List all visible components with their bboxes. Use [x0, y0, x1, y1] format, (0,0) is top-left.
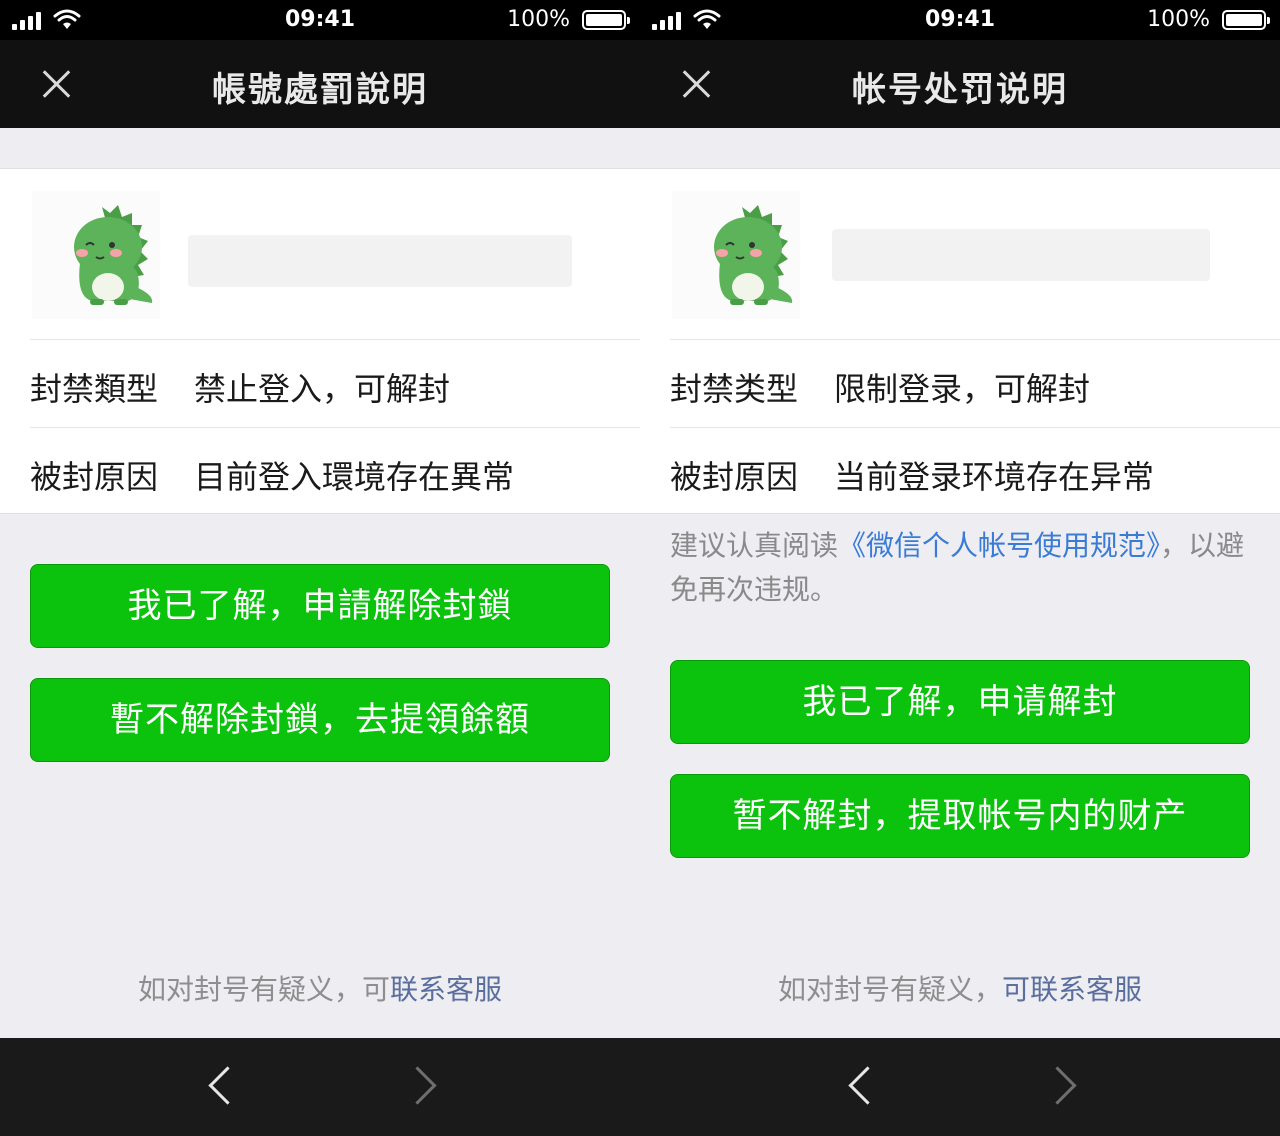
navigation-bar: 帐号处罚说明	[640, 40, 1280, 128]
back-arrow-icon[interactable]	[208, 1066, 247, 1105]
phone-screen-traditional: 09:41 100% 帳號處罰說明 封禁類型 禁止登入，可解封 被封原因 目前登…	[0, 0, 640, 1136]
ban-type-label: 封禁類型	[30, 370, 159, 408]
forward-arrow-icon[interactable]	[398, 1066, 437, 1105]
bottom-toolbar	[0, 1038, 640, 1136]
ban-type-value: 禁止登入，可解封	[194, 370, 451, 408]
navigation-bar: 帳號處罰說明	[0, 40, 640, 128]
footer-text: 如对封号有疑义，	[777, 973, 1002, 1006]
account-info-card: 封禁类型 限制登录，可解封 被封原因 当前登录环境存在异常	[640, 168, 1280, 514]
page-title: 帐号处罚说明	[852, 70, 1068, 110]
ban-reason-label: 被封原因	[30, 458, 159, 496]
battery-icon	[1222, 10, 1270, 30]
bottom-toolbar	[640, 1038, 1280, 1136]
footer-text: 如对封号有疑义，可	[137, 973, 390, 1006]
username-redacted	[832, 229, 1210, 281]
withdraw-balance-button[interactable]: 暫不解除封鎖，去提領餘額	[30, 678, 610, 762]
extract-assets-button[interactable]: 暂不解封，提取帐号内的财产	[670, 774, 1250, 858]
apply-unblock-button[interactable]: 我已了解，申请解封	[670, 660, 1250, 744]
back-arrow-icon[interactable]	[848, 1066, 887, 1105]
status-bar: 09:41 100%	[0, 0, 640, 40]
forward-arrow-icon[interactable]	[1038, 1066, 1077, 1105]
ban-reason-value: 当前登录环境存在异常	[834, 458, 1155, 496]
ban-reason-label: 被封原因	[670, 458, 799, 496]
ban-reason-value: 目前登入環境存在異常	[194, 458, 515, 496]
usage-rules-link[interactable]: 《微信个人帐号使用规范》	[838, 529, 1160, 562]
support-footer: 如对封号有疑义，可联系客服	[0, 968, 640, 1008]
battery-icon	[582, 10, 630, 30]
avatar	[32, 191, 160, 319]
battery-percent: 100%	[507, 7, 570, 32]
ban-reason-row: 被封原因 当前登录环境存在异常	[670, 427, 1280, 516]
contact-support-link[interactable]: 可联系客服	[1002, 973, 1142, 1006]
username-redacted	[188, 235, 572, 287]
contact-support-link[interactable]: 联系客服	[390, 973, 502, 1006]
notice-prefix: 建议认真阅读	[670, 529, 839, 562]
support-footer: 如对封号有疑义，可联系客服	[640, 968, 1280, 1008]
battery-percent: 100%	[1147, 7, 1210, 32]
usage-rules-notice: 建议认真阅读《微信个人帐号使用规范》，以避免再次违规。	[670, 524, 1250, 612]
phone-screen-simplified: 09:41 100% 帐号处罚说明 封禁类型 限制登录，可解封 被封原因 当前登…	[640, 0, 1280, 1136]
ban-type-row: 封禁类型 限制登录，可解封	[670, 339, 1280, 428]
ban-reason-row: 被封原因 目前登入環境存在異常	[30, 427, 640, 516]
apply-unblock-button[interactable]: 我已了解，申請解除封鎖	[30, 564, 610, 648]
avatar	[672, 191, 800, 319]
ban-type-label: 封禁类型	[670, 370, 799, 408]
status-bar: 09:41 100%	[640, 0, 1280, 40]
ban-type-row: 封禁類型 禁止登入，可解封	[30, 339, 640, 428]
screens-container: 09:41 100% 帳號處罰說明 封禁類型 禁止登入，可解封 被封原因 目前登…	[0, 0, 1280, 1136]
page-title: 帳號處罰說明	[212, 70, 428, 110]
account-info-card: 封禁類型 禁止登入，可解封 被封原因 目前登入環境存在異常	[0, 168, 640, 514]
ban-type-value: 限制登录，可解封	[834, 370, 1091, 408]
